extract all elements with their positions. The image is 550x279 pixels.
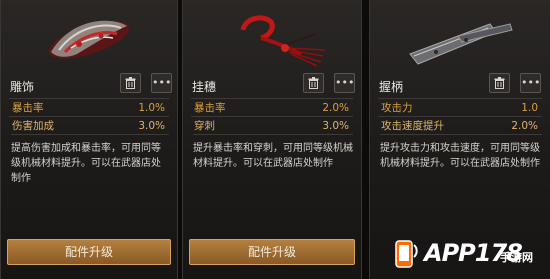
stat-label: 攻击力 bbox=[381, 102, 413, 114]
more-button[interactable]: ••• bbox=[520, 73, 541, 93]
stat-value: 3.0% bbox=[138, 120, 165, 132]
grip-icon bbox=[370, 8, 550, 70]
trash-icon bbox=[125, 77, 136, 89]
stat-row: 攻击速度提升 2.0% bbox=[378, 116, 542, 134]
site-watermark-logo: APP178 手游网 bbox=[388, 237, 542, 273]
stat-value: 3.0% bbox=[322, 120, 349, 132]
trash-button[interactable] bbox=[489, 73, 510, 93]
stat-value: 2.0% bbox=[322, 102, 349, 114]
tassel-icon bbox=[183, 8, 361, 70]
upgrade-button[interactable]: 配件升级 bbox=[7, 239, 171, 265]
stat-label: 伤害加成 bbox=[12, 120, 54, 132]
trash-button[interactable] bbox=[120, 73, 141, 93]
accessory-card-ornament[interactable]: 雕饰 ••• 暴击率 1.0% 伤害加成 3.0% 提高伤害加成和暴击率，可用同… bbox=[0, 0, 178, 279]
accessory-name: 握柄 bbox=[379, 80, 404, 94]
stat-row: 暴击率 1.0% bbox=[9, 98, 169, 116]
accessory-description: 提升暴击率和穿刺，可用同等级机械材料提升。可以在武器店处制作 bbox=[193, 134, 353, 171]
trash-button[interactable] bbox=[303, 73, 324, 93]
stat-row: 攻击力 1.0 bbox=[378, 98, 542, 116]
upgrade-button[interactable]: 配件升级 bbox=[189, 239, 355, 265]
stat-label: 暴击率 bbox=[12, 102, 44, 114]
accessory-name: 雕饰 bbox=[10, 80, 35, 94]
stat-row: 伤害加成 3.0% bbox=[9, 116, 169, 134]
more-button[interactable]: ••• bbox=[151, 73, 172, 93]
ornament-icon bbox=[1, 8, 177, 70]
stat-row: 穿刺 3.0% bbox=[191, 116, 353, 134]
phone-logo-icon bbox=[395, 240, 418, 268]
accessory-description: 提高伤害加成和暴击率，可用同等级机械材料提升。可以在武器店处制作 bbox=[11, 134, 169, 186]
stat-value: 1.0% bbox=[138, 102, 165, 114]
stat-row: 暴击率 2.0% bbox=[191, 98, 353, 116]
stat-label: 攻击速度提升 bbox=[381, 120, 444, 132]
stat-value: 1.0 bbox=[521, 102, 538, 114]
trash-icon bbox=[308, 77, 319, 89]
trash-icon bbox=[494, 77, 505, 89]
accessory-name: 挂穗 bbox=[192, 80, 217, 94]
stat-label: 暴击率 bbox=[194, 102, 226, 114]
more-button[interactable]: ••• bbox=[334, 73, 355, 93]
accessory-card-tassel[interactable]: 挂穗 ••• 暴击率 2.0% 穿刺 3.0% 提升暴击率和穿刺，可用同等级机械… bbox=[182, 0, 362, 279]
watermark-subtext: 手游网 bbox=[500, 251, 533, 264]
accessory-description: 提升攻击力和攻击速度，可用同等级机械材料提升。可以在武器店处制作 bbox=[380, 134, 542, 171]
stat-label: 穿刺 bbox=[194, 120, 215, 132]
stat-value: 2.0% bbox=[511, 120, 538, 132]
